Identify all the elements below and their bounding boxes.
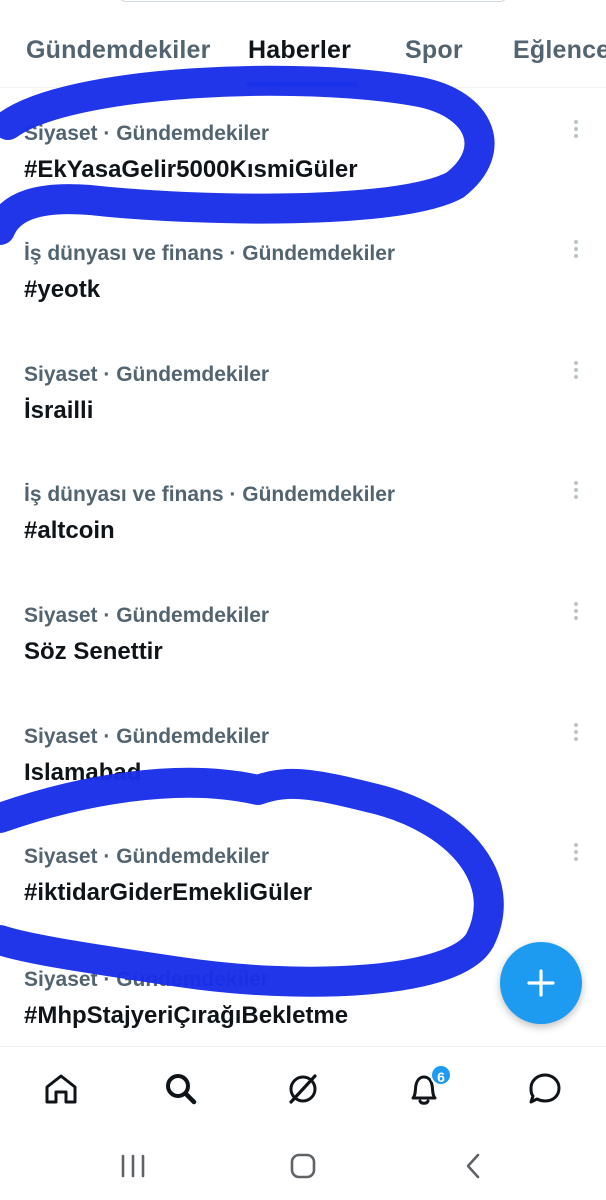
plus-icon	[527, 969, 555, 997]
trend-category: Siyaset · Gündemdekiler	[24, 968, 270, 991]
recent-apps-icon[interactable]	[113, 1152, 153, 1180]
trend-category: Siyaset · Gündemdekiler	[24, 725, 270, 748]
more-vertical-icon[interactable]	[568, 120, 584, 144]
trend-category: İş dünyası ve finans · Gündemdekiler	[24, 483, 396, 506]
grok-icon[interactable]	[283, 1069, 323, 1109]
trend-title: İsrailli	[24, 397, 94, 424]
tab-sports[interactable]: Spor	[405, 36, 463, 65]
trend-item[interactable]: Siyaset · Gündemdekiler Islamabad	[0, 701, 606, 821]
trend-title: Söz Senettir	[24, 638, 163, 665]
bottom-navigation	[0, 1046, 606, 1130]
messages-icon[interactable]	[525, 1069, 565, 1109]
home-circle-icon[interactable]	[283, 1152, 323, 1180]
trend-title: Islamabad	[24, 759, 142, 786]
more-vertical-icon[interactable]	[568, 361, 584, 385]
compose-button[interactable]	[500, 942, 582, 1024]
trend-item[interactable]: Siyaset · Gündemdekiler #iktidarGiderEme…	[0, 821, 606, 941]
trend-item[interactable]: Siyaset · Gündemdekiler #EkYasaGelir5000…	[0, 98, 606, 218]
back-icon[interactable]	[453, 1152, 493, 1180]
more-vertical-icon[interactable]	[568, 240, 584, 264]
trend-title: #EkYasaGelir5000KısmiGüler	[24, 156, 358, 183]
system-navigation	[0, 1130, 606, 1200]
trend-category: İş dünyası ve finans · Gündemdekiler	[24, 242, 396, 265]
home-icon[interactable]	[41, 1069, 81, 1109]
trend-category: Siyaset · Gündemdekiler	[24, 604, 270, 627]
search-icon[interactable]	[161, 1069, 201, 1109]
trend-title: #yeotk	[24, 276, 101, 303]
trend-item[interactable]: Siyaset · Gündemdekiler Söz Senettir	[0, 580, 606, 700]
trend-category: Siyaset · Gündemdekiler	[24, 363, 270, 386]
trend-item[interactable]: İş dünyası ve finans · Gündemdekiler #ye…	[0, 218, 606, 338]
trend-item[interactable]: Siyaset · Gündemdekiler İsrailli	[0, 339, 606, 459]
tab-trending[interactable]: Gündemdekiler	[26, 36, 211, 65]
notification-badge: 6	[430, 1064, 452, 1086]
more-vertical-icon[interactable]	[568, 723, 584, 747]
trend-title: #MhpStajyeriÇırağıBekletme	[24, 1002, 349, 1029]
explore-tabs: Gündemdekiler Haberler Spor Eğlence	[0, 0, 606, 88]
more-vertical-icon[interactable]	[568, 843, 584, 867]
more-vertical-icon[interactable]	[568, 602, 584, 626]
tab-news[interactable]: Haberler	[248, 36, 351, 65]
active-tab-indicator	[246, 82, 358, 87]
tab-entertainment[interactable]: Eğlence	[513, 36, 606, 65]
trend-category: Siyaset · Gündemdekiler	[24, 122, 270, 145]
trend-title: #iktidarGiderEmekliGüler	[24, 879, 313, 906]
trend-title: #altcoin	[24, 517, 115, 544]
more-vertical-icon[interactable]	[568, 481, 584, 505]
trend-category: Siyaset · Gündemdekiler	[24, 845, 270, 868]
trend-item[interactable]: İş dünyası ve finans · Gündemdekiler #al…	[0, 459, 606, 579]
